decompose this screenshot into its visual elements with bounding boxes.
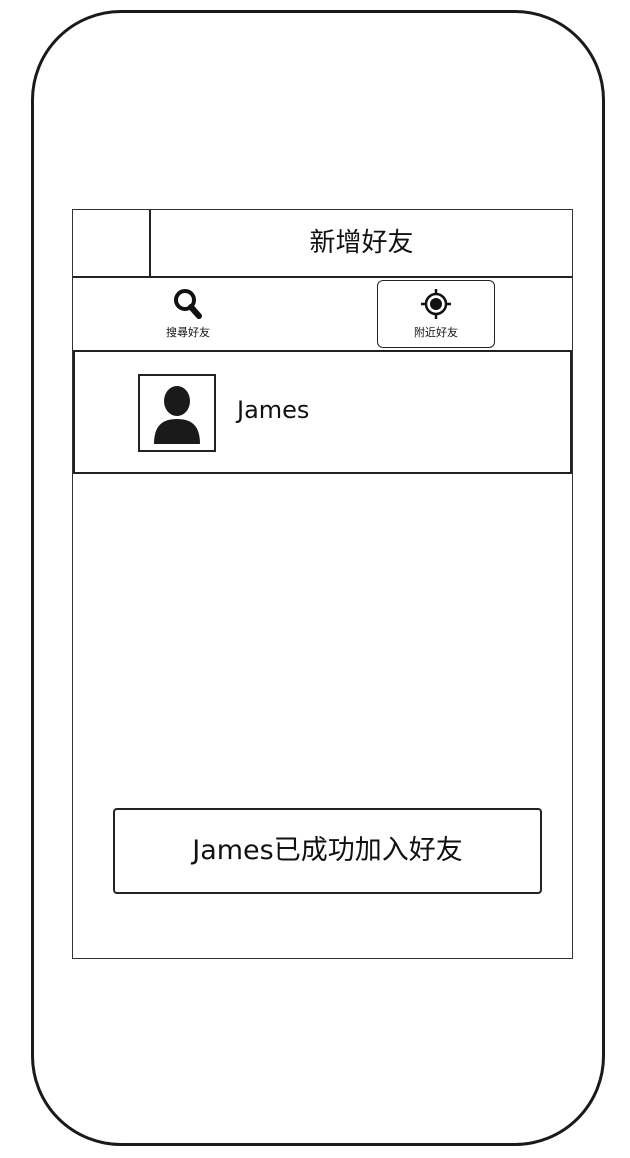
tab-label: 附近好友 <box>414 326 458 339</box>
location-target-icon <box>421 289 451 319</box>
tab-label: 搜尋好友 <box>166 326 210 339</box>
back-button[interactable] <box>73 210 151 276</box>
tab-nearby-friends[interactable]: 附近好友 <box>377 280 495 348</box>
avatar <box>138 374 216 452</box>
person-avatar-icon <box>154 386 200 444</box>
success-toast: James已成功加入好友 <box>113 808 542 894</box>
tab-search-friends[interactable]: 搜尋好友 <box>130 281 246 349</box>
search-icon <box>174 289 202 319</box>
friend-name: James <box>237 396 310 424</box>
app-screen: 新增好友 搜尋好友 附近好友 James James已成功加入好友 <box>72 209 573 959</box>
header-bar: 新增好友 <box>73 210 572 278</box>
page-title: 新增好友 <box>309 228 414 258</box>
friend-list-item[interactable]: James <box>73 352 572 474</box>
tab-bar: 搜尋好友 附近好友 <box>73 278 572 352</box>
